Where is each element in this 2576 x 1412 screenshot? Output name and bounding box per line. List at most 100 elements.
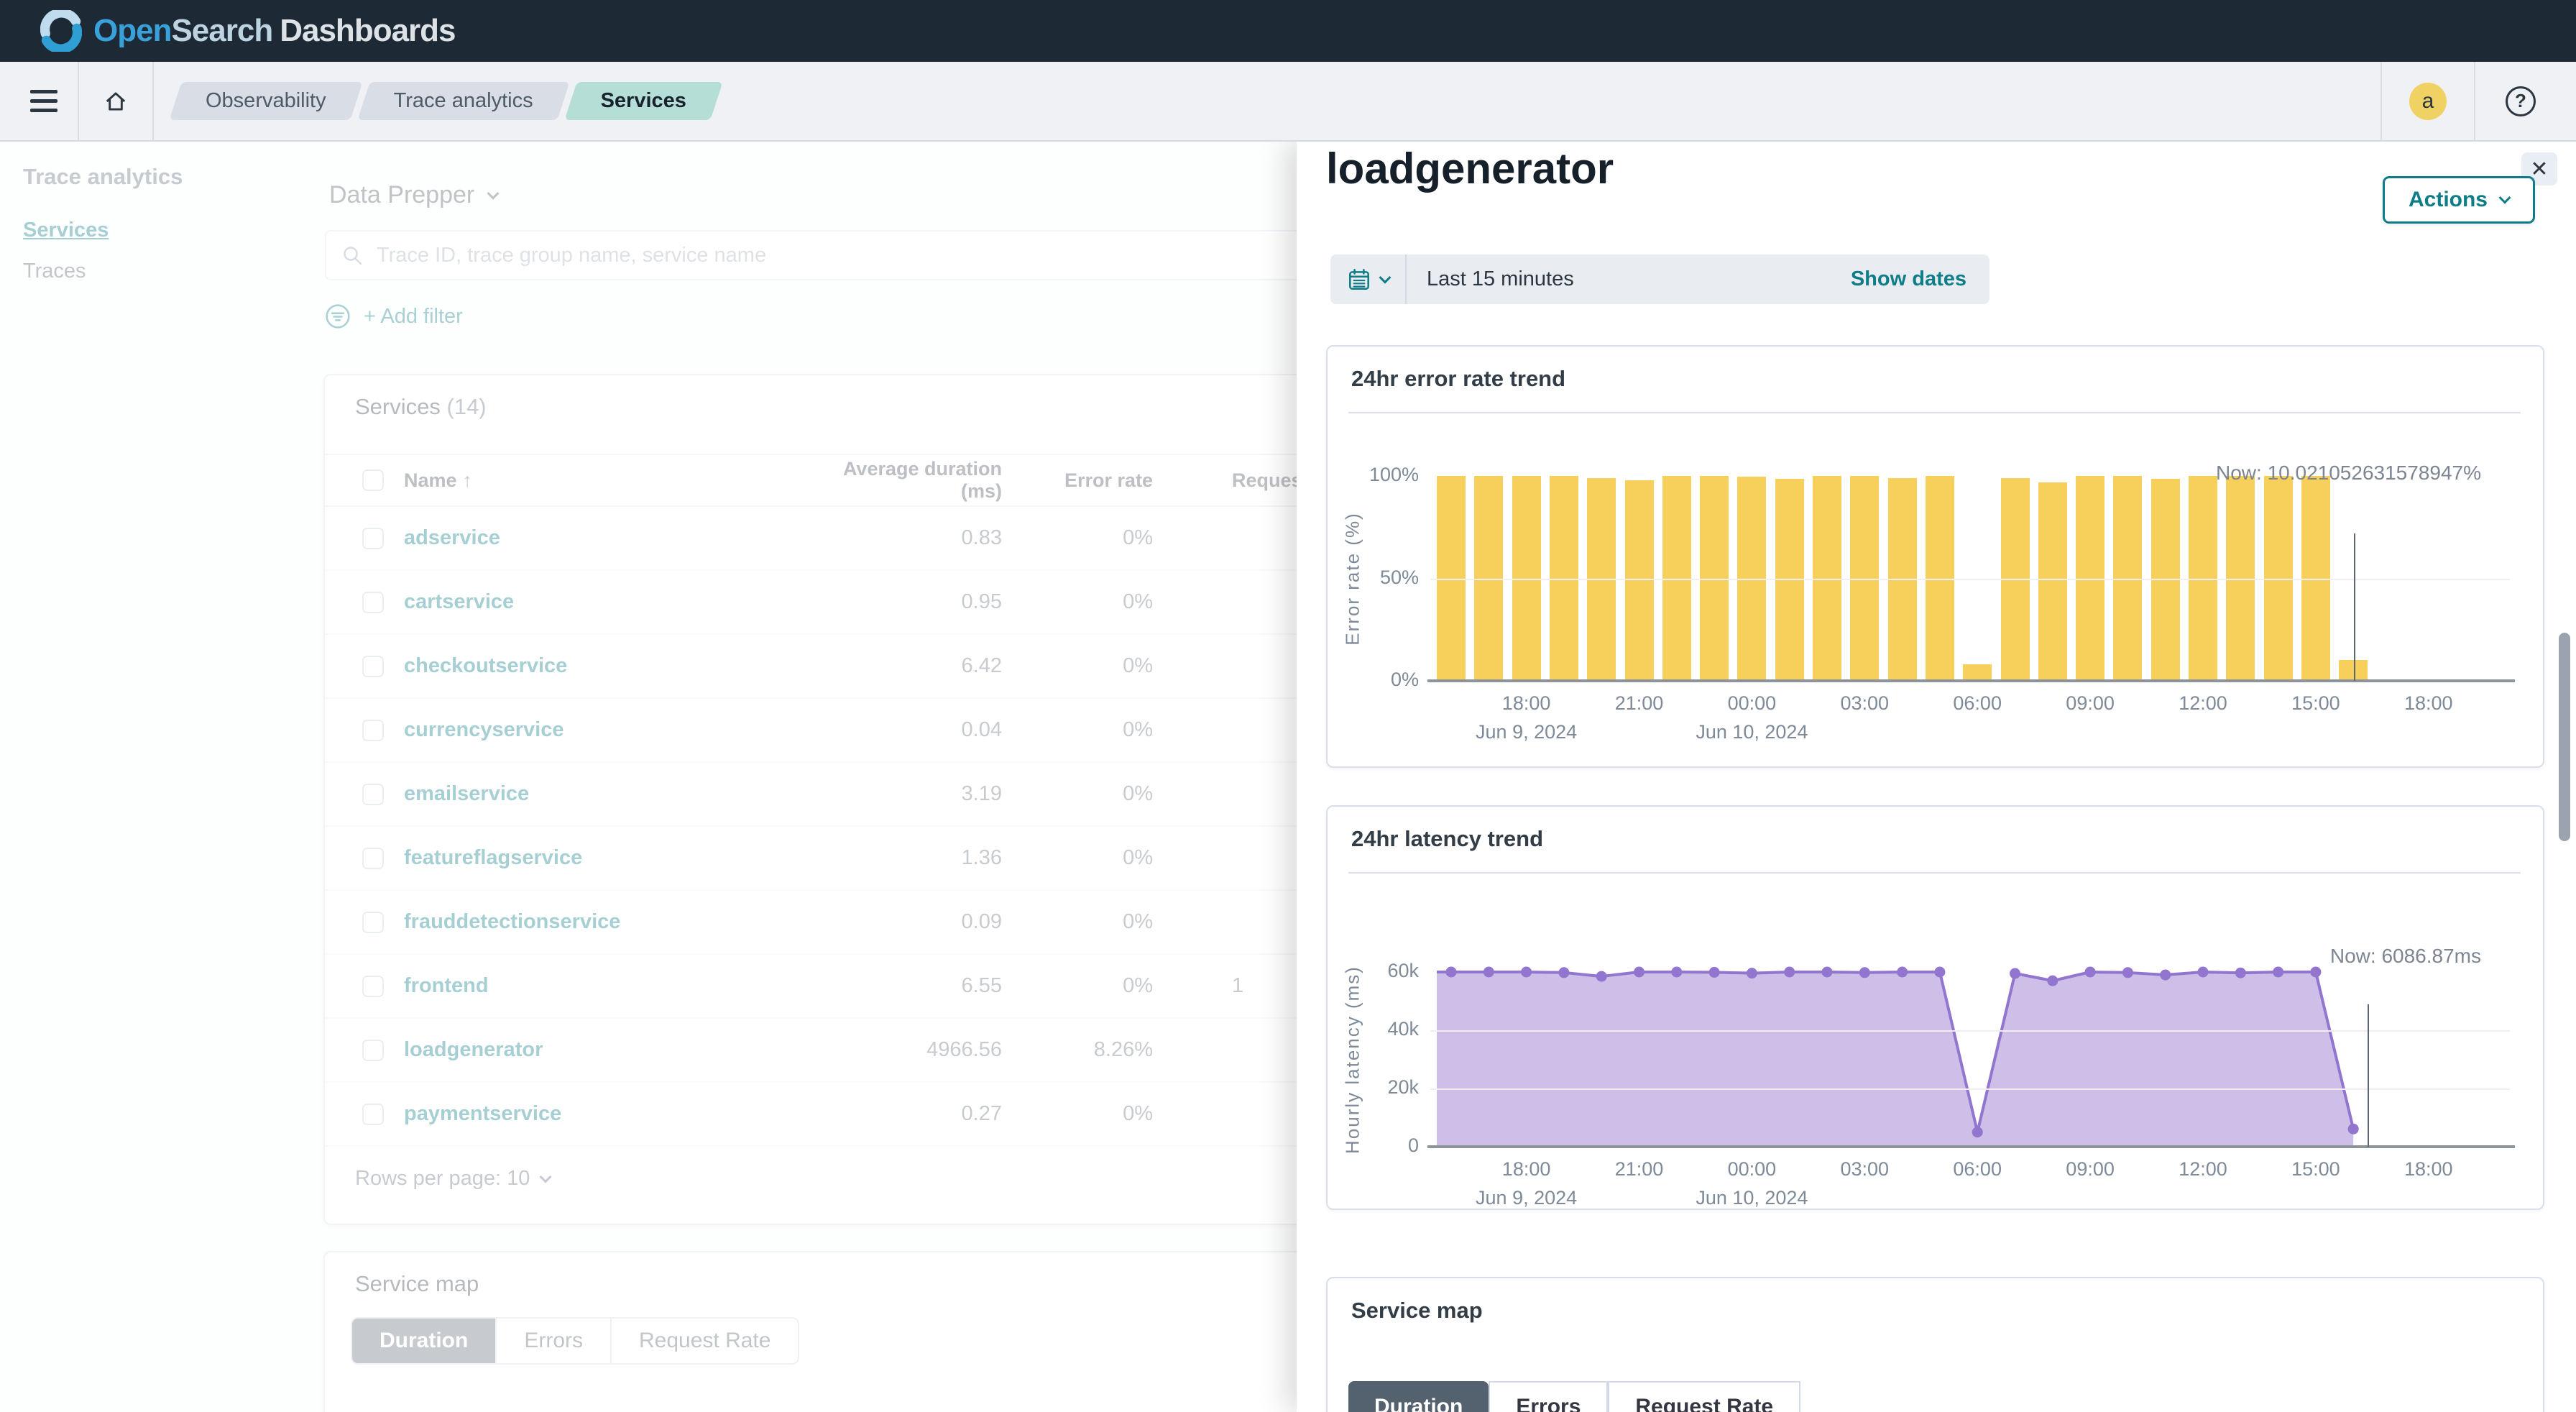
now-line	[2354, 533, 2355, 681]
breadcrumb-item-trace-analytics[interactable]: Trace analytics	[364, 82, 564, 120]
help-icon[interactable]: ?	[2506, 86, 2536, 116]
divider	[1348, 872, 2521, 874]
toolbar-right: a ?	[2372, 62, 2557, 140]
data-point	[1859, 967, 1870, 978]
bar	[2038, 482, 2067, 681]
flyout-service-map-title: Service map	[1351, 1298, 2543, 1324]
data-point	[1747, 968, 1757, 978]
actions-button[interactable]: Actions	[2383, 176, 2535, 224]
x-tick: 15:00	[2266, 1158, 2366, 1181]
x-tick: 06:00	[1927, 692, 2028, 715]
now-annotation: Now: 6086.87ms	[2330, 945, 2481, 968]
screen: OpenSearchDashboards Observability Trace…	[0, 0, 2576, 1412]
data-point	[1897, 967, 1908, 978]
y-axis-label: Hourly latency (ms)	[1342, 966, 1364, 1154]
data-point	[2085, 967, 2096, 978]
y-tick: 0	[1357, 1134, 1419, 1157]
data-point	[1784, 967, 1795, 978]
date-range-value[interactable]: Last 15 minutes	[1427, 267, 1574, 291]
now-annotation: Now: 10.021052631578947%	[2216, 462, 2481, 485]
axis-line	[1427, 679, 2515, 682]
bar	[2151, 479, 2180, 681]
avatar[interactable]: a	[2409, 83, 2447, 120]
calendar-icon[interactable]	[1330, 255, 1407, 304]
data-point	[2122, 967, 2133, 978]
date-picker: Last 15 minutes Show dates	[1330, 255, 1990, 304]
data-point	[1671, 967, 1682, 978]
x-tick: 18:00	[2378, 1158, 2479, 1181]
x-tick: 03:00	[1814, 692, 1915, 715]
data-point	[2235, 968, 2246, 978]
tab-duration[interactable]: Duration	[1348, 1381, 1489, 1412]
data-point	[1709, 967, 1720, 978]
data-point	[2348, 1124, 2359, 1134]
bar	[1775, 479, 1804, 681]
y-axis-label: Error rate (%)	[1342, 512, 1364, 645]
gridline	[1430, 1088, 2510, 1090]
opensearch-logo[interactable]: OpenSearchDashboards	[40, 10, 456, 52]
divider	[2474, 62, 2475, 140]
y-tick: 20k	[1357, 1076, 1419, 1099]
gridline	[1430, 1030, 2510, 1032]
breadcrumb: Observability Trace analytics Services	[175, 82, 717, 120]
tab-errors[interactable]: Errors	[1489, 1381, 1608, 1412]
breadcrumb-bar: Observability Trace analytics Services a…	[0, 62, 2576, 142]
date-label: Jun 9, 2024	[1448, 1187, 1606, 1209]
data-point	[1822, 967, 1833, 978]
bar	[2339, 660, 2368, 681]
service-flyout: ✕ loadgenerator Actions Last 15 minutes …	[1297, 141, 2576, 1412]
divider	[2380, 62, 2382, 140]
date-label: Jun 10, 2024	[1673, 721, 1831, 743]
now-line	[2368, 1004, 2369, 1147]
latency-chart: 020k40k60k18:0021:0000:0003:0006:0009:00…	[1430, 972, 2510, 1147]
x-tick: 15:00	[2266, 692, 2366, 715]
data-point	[1558, 967, 1569, 978]
x-tick: 12:00	[2153, 692, 2253, 715]
y-tick: 60k	[1357, 960, 1419, 982]
x-tick: 12:00	[2153, 1158, 2253, 1181]
breadcrumb-item-observability[interactable]: Observability	[175, 82, 356, 120]
data-point	[2273, 967, 2283, 978]
data-point	[2010, 968, 2020, 979]
x-tick: 00:00	[1701, 1158, 1802, 1181]
date-label: Jun 10, 2024	[1673, 1187, 1831, 1209]
x-tick: 00:00	[1701, 692, 1802, 715]
x-tick: 18:00	[2378, 692, 2479, 715]
brand-text: OpenSearchDashboards	[93, 13, 456, 49]
home-icon[interactable]	[88, 73, 144, 129]
data-point	[1446, 967, 1457, 978]
divider	[78, 62, 79, 140]
x-tick: 09:00	[2040, 1158, 2140, 1181]
x-tick: 06:00	[1927, 1158, 2028, 1181]
data-point	[1596, 971, 1607, 982]
opensearch-logo-icon	[40, 10, 82, 52]
tab-request-rate[interactable]: Request Rate	[1608, 1381, 1800, 1412]
y-tick: 0%	[1357, 669, 1419, 691]
scrollbar[interactable]	[2559, 633, 2570, 841]
data-point	[2198, 967, 2209, 978]
data-point	[2047, 976, 2058, 986]
latency-card-title: 24hr latency trend	[1351, 826, 2543, 852]
data-point	[1484, 967, 1494, 978]
chevron-down-icon	[1379, 271, 1392, 283]
data-point	[2310, 967, 2321, 978]
y-tick: 50%	[1357, 567, 1419, 589]
x-tick: 09:00	[2040, 692, 2140, 715]
flyout-service-map-card: Service map Duration Errors Request Rate	[1326, 1277, 2544, 1412]
show-dates-button[interactable]: Show dates	[1846, 267, 1971, 292]
x-tick: 18:00	[1476, 692, 1577, 715]
x-tick: 18:00	[1476, 1158, 1577, 1181]
latency-card: 24hr latency trend 020k40k60k18:0021:000…	[1326, 805, 2544, 1210]
data-point	[2160, 970, 2171, 981]
data-point	[1934, 967, 1945, 978]
breadcrumb-item-services[interactable]: Services	[571, 82, 717, 120]
chevron-down-icon	[2499, 192, 2511, 204]
data-point	[1634, 967, 1644, 978]
y-tick: 40k	[1357, 1018, 1419, 1040]
x-tick: 21:00	[1589, 1158, 1690, 1181]
latency-area	[1430, 972, 2510, 1147]
error-rate-chart: 0%50%100%18:0021:0000:0003:0006:0009:001…	[1430, 476, 2510, 681]
top-navbar: OpenSearchDashboards	[0, 0, 2576, 62]
gridline	[1430, 579, 2510, 580]
menu-icon[interactable]	[19, 76, 69, 127]
